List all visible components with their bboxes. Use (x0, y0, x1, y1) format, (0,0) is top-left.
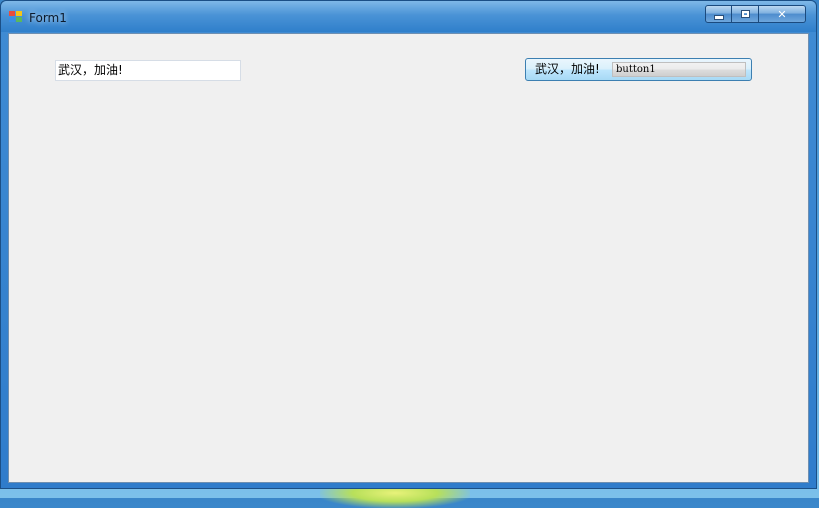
button1-label: button1 (616, 64, 656, 75)
button1-inner-control[interactable]: button1 (612, 62, 746, 77)
form-client-area: 武汉，加油! 武汉，加油! button1 (8, 33, 809, 483)
caption-buttons: ✕ (705, 5, 806, 23)
wuhan-button[interactable]: 武汉，加油! button1 (525, 58, 752, 81)
close-icon: ✕ (777, 7, 787, 21)
maximize-icon (740, 10, 750, 18)
minimize-icon (713, 14, 724, 20)
close-button[interactable]: ✕ (759, 5, 806, 23)
button-label: 武汉，加油! (535, 62, 600, 76)
maximize-button[interactable] (732, 5, 759, 23)
form1-window: Form1 ✕ 武汉，加油! 武汉，加油! button1 (0, 0, 817, 489)
minimize-button[interactable] (705, 5, 732, 23)
form-app-icon[interactable] (9, 11, 22, 23)
text-box-value: 武汉，加油! (58, 63, 123, 77)
title-bar[interactable]: Form1 ✕ (1, 1, 816, 32)
window-title: Form1 (29, 11, 67, 25)
text-box[interactable]: 武汉，加油! (55, 60, 241, 81)
